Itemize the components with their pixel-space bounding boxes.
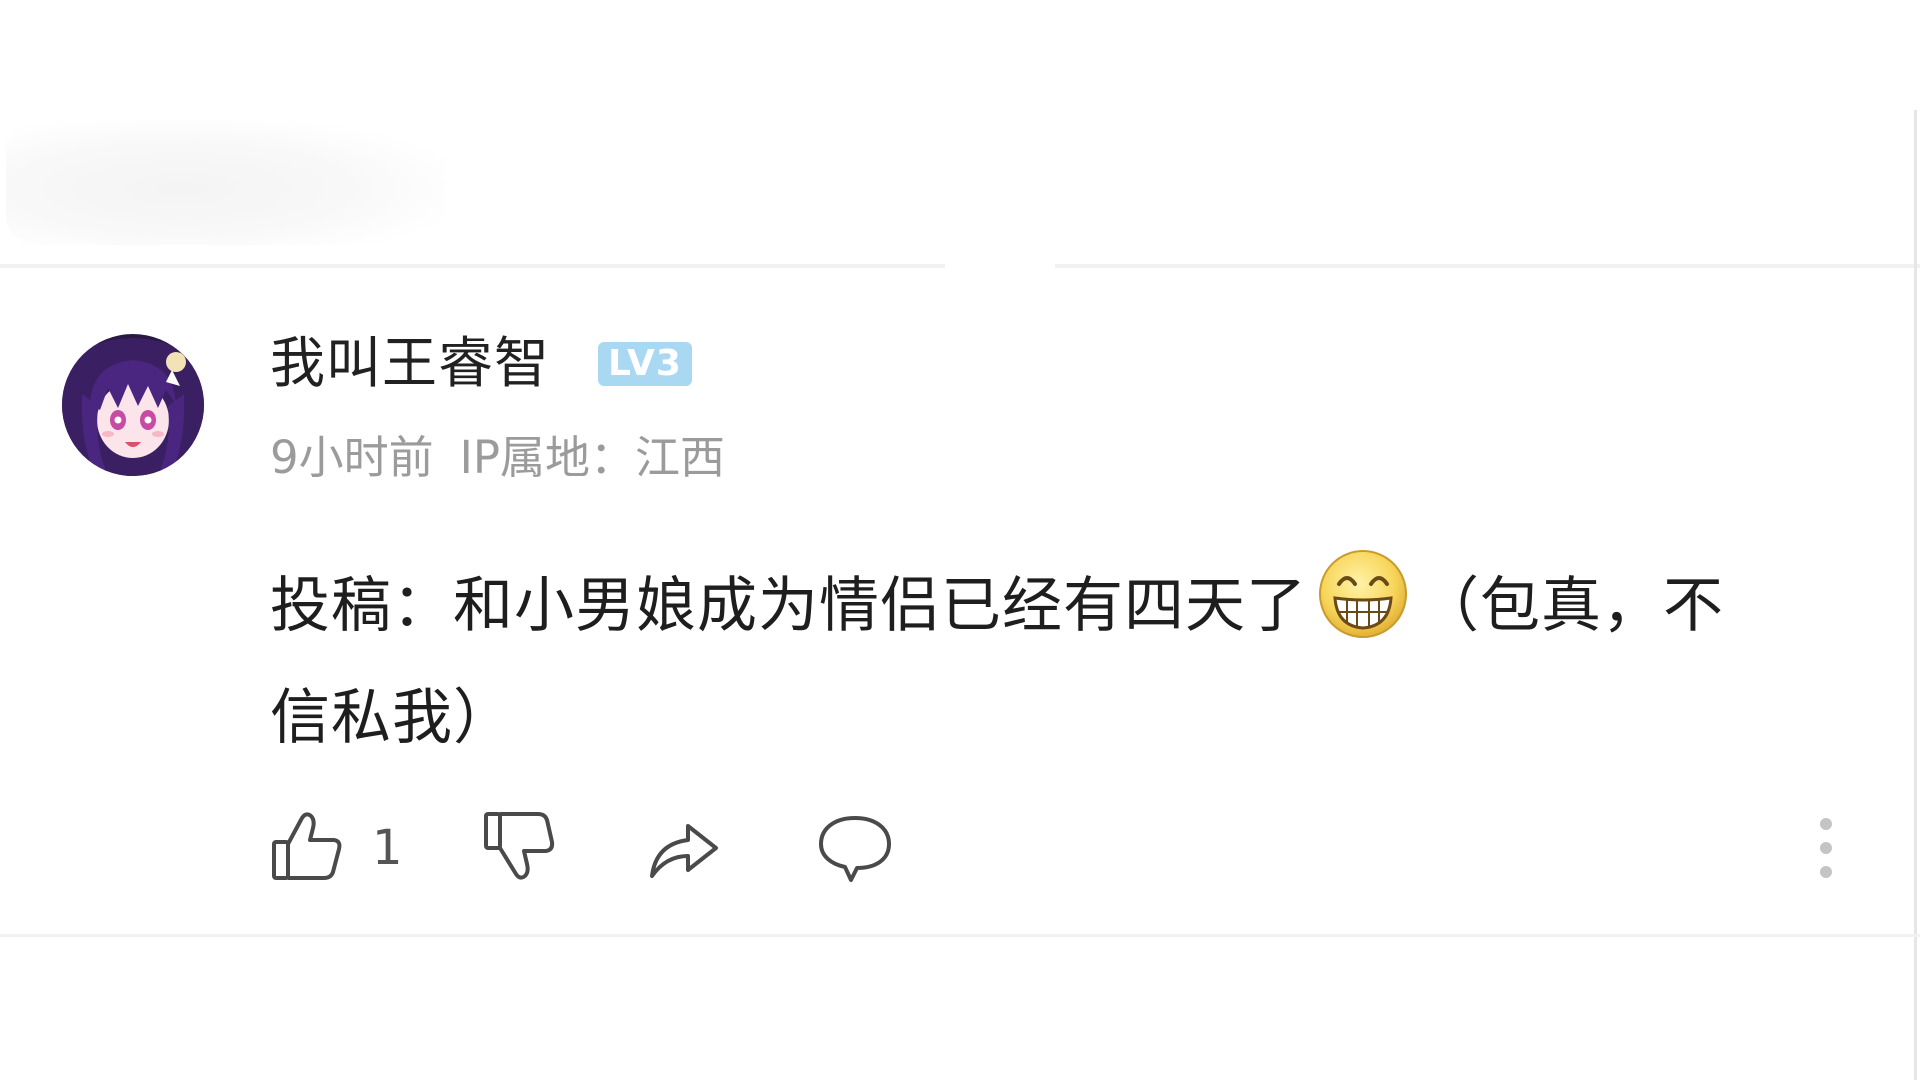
username[interactable]: 我叫王睿智 <box>270 328 550 398</box>
comment-page: 我叫王睿智 LV3 9小时前 IP属地：江西 投稿：和小男娘成为情侣已经有四天了 <box>0 0 1920 1080</box>
comment-time: 9小时前 <box>270 431 434 484</box>
anime-girl-avatar-icon <box>62 334 204 476</box>
like-count: 1 <box>372 820 403 876</box>
blurred-previous-content <box>6 120 446 245</box>
divider-bottom <box>0 934 1920 937</box>
divider-top-left <box>0 264 945 268</box>
dislike-button[interactable] <box>480 806 560 886</box>
comment-text: 投稿：和小男娘成为情侣已经有四天了 （包真，不信私我） <box>270 548 1760 774</box>
avatar[interactable] <box>62 334 204 476</box>
vertical-dots-icon <box>1820 818 1832 878</box>
level-badge: LV3 <box>598 342 692 386</box>
speech-bubble-icon <box>819 816 891 882</box>
comment-text-part-1: 投稿：和小男娘成为情侣已经有四天了 <box>270 571 1307 641</box>
reply-button[interactable] <box>815 806 895 886</box>
grinning-face-emoji-icon <box>1317 548 1409 640</box>
share-arrow-icon <box>650 824 718 878</box>
comment-meta: 9小时前 IP属地：江西 <box>270 428 725 488</box>
divider-top-right <box>1055 264 1920 268</box>
share-button[interactable] <box>644 806 724 886</box>
thumbs-up-icon <box>272 812 342 880</box>
thumbs-down-icon <box>484 812 555 880</box>
ip-location: IP属地：江西 <box>459 431 726 484</box>
more-options-button[interactable] <box>1806 808 1846 888</box>
